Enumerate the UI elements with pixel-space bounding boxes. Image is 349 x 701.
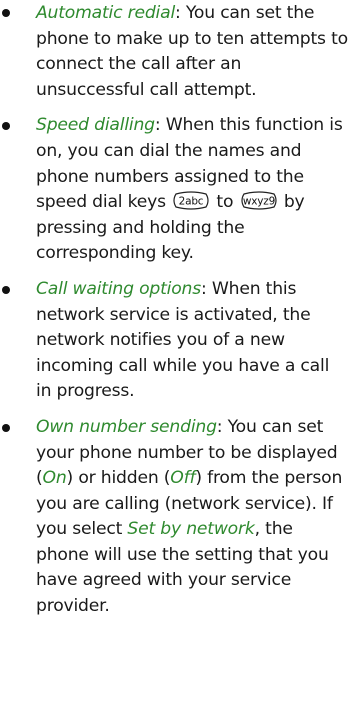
list-item-automatic-redial: Automatic redial: You can set the phone … xyxy=(0,0,349,103)
option-set-by-network: Set by network xyxy=(127,519,255,540)
term-automatic-redial: Automatic redial xyxy=(36,3,176,23)
key-2abc-icon: 2abc xyxy=(172,191,210,210)
list-item-own-number-sending: Own number sending: You can set your pho… xyxy=(0,415,349,620)
list-item-speed-dialling: Speed dialling: When this function is on… xyxy=(0,113,349,267)
option-on: On xyxy=(42,468,67,489)
bullet xyxy=(2,285,10,294)
description-own-number-b: ) or hidden ( xyxy=(66,468,171,489)
bullet xyxy=(2,122,10,131)
bullet xyxy=(2,9,10,17)
manual-page: Automatic redial: You can set the phone … xyxy=(0,0,349,701)
term-speed-dialling: Speed dialling xyxy=(36,115,155,136)
term-call-waiting-options: Call waiting options xyxy=(36,278,201,299)
key-wxyz9-label: wxyz9 xyxy=(242,196,274,208)
bullet xyxy=(2,423,10,432)
list-item-call-waiting: Call waiting options: When this network … xyxy=(0,277,349,405)
key-wxyz9-icon: wxyz9 xyxy=(240,191,278,210)
settings-list: Automatic redial: You can set the phone … xyxy=(0,0,349,620)
option-off: Off xyxy=(170,468,196,489)
term-own-number-sending: Own number sending xyxy=(36,416,217,437)
key-2abc-label: 2abc xyxy=(179,196,204,208)
connector-text: to xyxy=(216,192,234,213)
